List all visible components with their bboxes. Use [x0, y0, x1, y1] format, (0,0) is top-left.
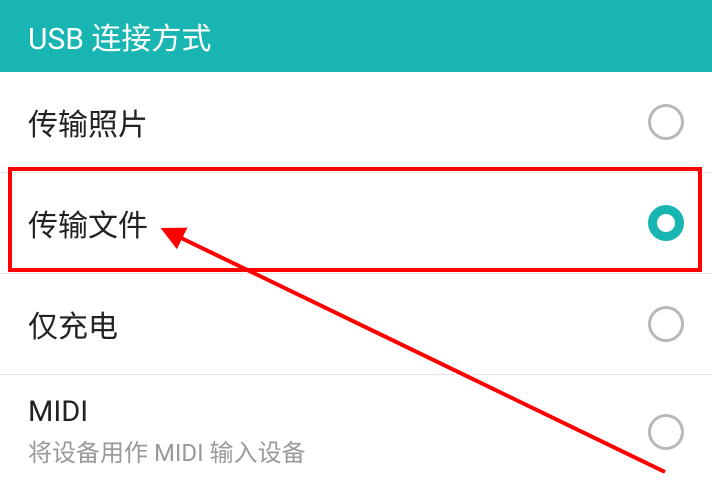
option-charge[interactable]: 仅充电 [0, 274, 712, 375]
option-label: 仅充电 [28, 302, 118, 346]
option-file[interactable]: 传输文件 [0, 173, 712, 274]
option-subtitle: 将设备用作 MIDI 输入设备 [28, 433, 306, 468]
radio-selected-icon[interactable] [648, 205, 684, 241]
radio-unselected-icon[interactable] [648, 414, 684, 450]
radio-unselected-icon[interactable] [648, 104, 684, 140]
page-title: USB 连接方式 [28, 14, 211, 58]
option-midi[interactable]: MIDI 将设备用作 MIDI 输入设备 [0, 375, 712, 488]
option-label: 传输照片 [28, 100, 148, 144]
radio-unselected-icon[interactable] [648, 306, 684, 342]
option-photo[interactable]: 传输照片 [0, 72, 712, 173]
option-text: 传输文件 [28, 201, 148, 245]
option-text: 仅充电 [28, 302, 118, 346]
usb-options-list: 传输照片 传输文件 仅充电 MIDI 将设备用作 MIDI 输入设备 [0, 72, 712, 488]
header-bar: USB 连接方式 [0, 0, 712, 72]
option-label: 传输文件 [28, 201, 148, 245]
option-text: MIDI 将设备用作 MIDI 输入设备 [28, 395, 306, 468]
option-label: MIDI [28, 395, 306, 429]
option-text: 传输照片 [28, 100, 148, 144]
